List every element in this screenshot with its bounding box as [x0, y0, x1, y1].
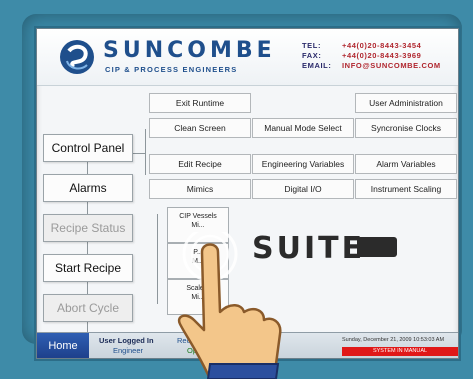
- email-label: EMAIL:: [302, 61, 332, 70]
- suite-logo-box: [357, 237, 397, 257]
- instrument-scaling-button[interactable]: Instrument Scaling: [355, 179, 457, 199]
- submenu-line1: CIP Vessels: [179, 213, 217, 220]
- contact-values: +44(0)20-8443-3454 +44(0)20-8443-3969 IN…: [342, 41, 441, 71]
- datetime: Sunday, December 21, 2009 10:53:03 AM: [342, 337, 445, 343]
- clean-screen-button[interactable]: Clean Screen: [149, 118, 251, 138]
- suncombe-logo-icon: [60, 40, 94, 74]
- submenu-line2: Mi...: [191, 222, 205, 229]
- start-recipe-button[interactable]: Start Recipe: [43, 254, 133, 282]
- fax-label: FAX:: [302, 51, 322, 60]
- exit-runtime-button[interactable]: Exit Runtime: [149, 93, 251, 113]
- brand-name: SUNCOMBE: [103, 38, 276, 63]
- control-panel-button[interactable]: Control Panel: [43, 134, 133, 162]
- header: SUNCOMBE CIP & PROCESS ENGINEERS TEL: FA…: [37, 29, 458, 86]
- user-logged-in-value: Engineer: [113, 346, 144, 355]
- alarms-button[interactable]: Alarms: [43, 174, 133, 202]
- tel-value: +44(0)20-8443-3454: [342, 41, 422, 50]
- edit-recipe-button[interactable]: Edit Recipe: [149, 154, 251, 174]
- tel-label: TEL:: [302, 41, 322, 50]
- syncronise-clocks-button[interactable]: Syncronise Clocks: [355, 118, 457, 138]
- connector-line: [133, 153, 145, 154]
- contact-labels: TEL: FAX: EMAIL:: [302, 41, 331, 71]
- touch-hand-icon: [177, 232, 282, 379]
- engineering-variables-button[interactable]: Engineering Variables: [252, 154, 354, 174]
- brand-tagline: CIP & PROCESS ENGINEERS: [105, 65, 238, 74]
- system-mode-badge: SYSTEM IN MANUAL: [342, 347, 458, 356]
- abort-cycle-button[interactable]: Abort Cycle: [43, 294, 133, 322]
- fax-value: +44(0)20-8443-3969: [342, 51, 422, 60]
- digital-io-button[interactable]: Digital I/O: [252, 179, 354, 199]
- connector-line: [145, 129, 146, 175]
- manual-mode-select-button[interactable]: Manual Mode Select: [252, 118, 354, 138]
- home-button[interactable]: Home: [37, 333, 89, 358]
- user-logged-in-label: User Logged In: [99, 336, 154, 345]
- mimics-button[interactable]: Mimics: [149, 179, 251, 199]
- alarm-variables-button[interactable]: Alarm Variables: [355, 154, 457, 174]
- user-administration-button[interactable]: User Administration: [355, 93, 457, 113]
- email-value: INFO@SUNCOMBE.COM: [342, 61, 441, 70]
- recipe-status-button[interactable]: Recipe Status: [43, 214, 133, 242]
